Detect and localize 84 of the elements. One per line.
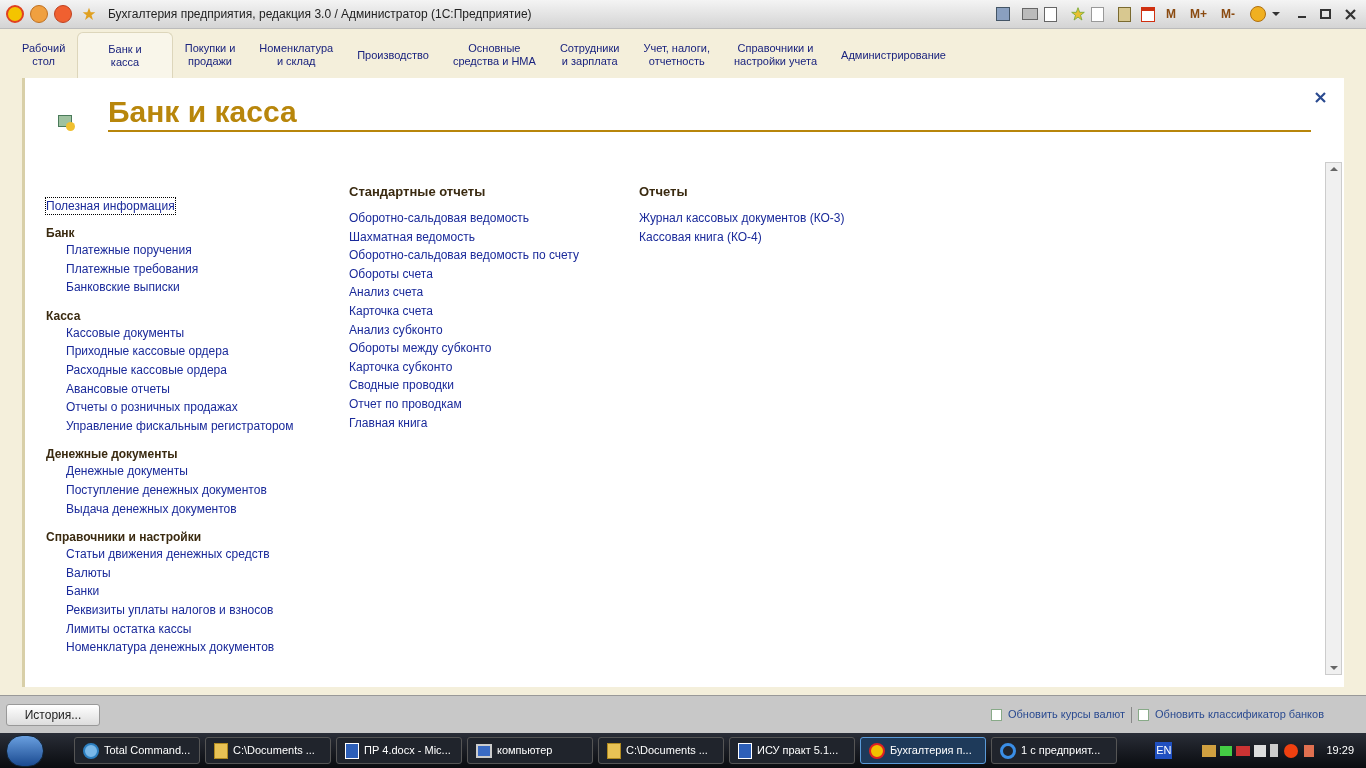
- useful-info-link[interactable]: Полезная информация: [46, 198, 175, 214]
- page-title: Банк и касса: [108, 94, 298, 130]
- taskbar-button[interactable]: Бухгалтерия п...: [860, 737, 986, 764]
- column-heading: Отчеты: [639, 184, 689, 200]
- taskbar-button[interactable]: ИСУ практ 5.1...: [729, 737, 855, 764]
- alert-icon[interactable]: [1284, 743, 1299, 758]
- history-button[interactable]: История...: [6, 703, 100, 726]
- section-tab[interactable]: Банк и касса: [77, 32, 173, 78]
- logo-icon: [869, 742, 885, 759]
- memory-button[interactable]: M-: [1218, 5, 1238, 23]
- scrollbar[interactable]: [1325, 162, 1342, 675]
- group-heading: Справочники и настройки: [46, 530, 203, 546]
- document-icon: [345, 742, 359, 759]
- nav-link[interactable]: Денежные документы: [66, 462, 188, 481]
- scroll-up-icon[interactable]: [1329, 167, 1338, 171]
- status-link[interactable]: Обновить классификатор банков: [1155, 706, 1324, 723]
- computer-icon: [476, 743, 492, 758]
- section-tab[interactable]: Учет, налоги, отчетность: [631, 32, 722, 78]
- nav-link[interactable]: Валюты: [66, 563, 111, 583]
- group-heading: Касса: [46, 308, 82, 324]
- close-icon[interactable]: [1345, 8, 1356, 20]
- nav-link[interactable]: Банковские выписки: [66, 278, 180, 297]
- nav-link[interactable]: Банки: [66, 582, 100, 601]
- memory-button[interactable]: M: [1163, 5, 1179, 23]
- star-icon[interactable]: [1071, 7, 1085, 21]
- section-tab[interactable]: Номенклатура и склад: [247, 32, 346, 78]
- report-link[interactable]: Оборотно-сальдовая ведомость по счету: [349, 246, 579, 265]
- report-link[interactable]: Анализ субконто: [349, 320, 443, 340]
- taskbar-button[interactable]: ПР 4.docx - Mic...: [336, 737, 462, 764]
- taskbar-button[interactable]: C:\Documents ...: [598, 737, 724, 764]
- section-tab[interactable]: Рабочий стол: [10, 32, 78, 78]
- section-tab[interactable]: Справочники и настройки учета: [721, 32, 830, 78]
- report-link[interactable]: Главная книга: [349, 413, 428, 433]
- nav-link[interactable]: Лимиты остатка кассы: [66, 619, 192, 639]
- language-indicator[interactable]: EN: [1155, 742, 1173, 759]
- nav-link[interactable]: Авансовые отчеты: [66, 379, 170, 399]
- report-link[interactable]: Карточка счета: [349, 301, 434, 321]
- caret-icon[interactable]: [1272, 12, 1280, 16]
- nav-link[interactable]: Статьи движения денежных средств: [66, 545, 270, 564]
- taskbar-button[interactable]: C:\Documents ...: [205, 737, 331, 764]
- report-link[interactable]: Отчет по проводкам: [349, 394, 462, 414]
- memory-button[interactable]: M+: [1187, 5, 1210, 23]
- scroll-down-icon[interactable]: [1329, 666, 1338, 670]
- report-link[interactable]: Сводные проводки: [349, 376, 455, 395]
- report-link[interactable]: Шахматная ведомость: [349, 227, 475, 247]
- nav-link[interactable]: Управление фискальным регистратором: [66, 416, 294, 436]
- restore-icon[interactable]: [1320, 9, 1331, 19]
- close-icon[interactable]: [1315, 92, 1326, 103]
- nav-link[interactable]: Выдача денежных документов: [66, 499, 237, 519]
- status-link[interactable]: Обновить курсы валют: [1008, 706, 1126, 723]
- nav-link[interactable]: Расходные кассовые ордера: [66, 360, 227, 380]
- report-link[interactable]: Карточка субконто: [349, 357, 453, 377]
- nav-link[interactable]: Приходные кассовые ордера: [66, 342, 229, 361]
- group-heading: Денежные документы: [46, 447, 179, 463]
- report-link[interactable]: Кассовая книга (КО-4): [639, 227, 762, 247]
- section-tab[interactable]: Производство: [345, 32, 441, 78]
- document-icon: [738, 742, 752, 759]
- section-tab[interactable]: Покупки и продажи: [172, 32, 248, 78]
- section-tab[interactable]: Администрирование: [829, 32, 958, 78]
- report-link[interactable]: Анализ счета: [349, 283, 424, 302]
- star-icon[interactable]: [82, 7, 96, 21]
- section-tab[interactable]: Основные средства и НМА: [440, 32, 548, 78]
- taskbar-button[interactable]: 1 с предприят...: [991, 737, 1117, 764]
- taskbar-button[interactable]: Total Command...: [74, 737, 200, 764]
- report-link[interactable]: Обороты счета: [349, 264, 433, 284]
- nav-link[interactable]: Реквизиты уплаты налогов и взносов: [66, 600, 274, 620]
- clock: 19:29: [1326, 743, 1354, 759]
- nav-link[interactable]: Номенклатура денежных документов: [66, 638, 275, 657]
- nav-link[interactable]: Кассовые документы: [66, 323, 185, 343]
- report-link[interactable]: Обороты между субконто: [349, 339, 492, 358]
- taskbar-button[interactable]: компьютер: [467, 737, 593, 764]
- column-heading: Стандартные отчеты: [349, 184, 487, 200]
- report-link[interactable]: Оборотно-сальдовая ведомость: [349, 209, 530, 228]
- section-tab[interactable]: Сотрудники и зарплата: [547, 32, 632, 78]
- start-button[interactable]: [6, 734, 44, 767]
- report-link[interactable]: Журнал кассовых документов (КО-3): [639, 209, 845, 228]
- calendar-icon[interactable]: [1141, 6, 1155, 22]
- nav-link[interactable]: Платежные требования: [66, 259, 199, 279]
- logo-icon[interactable]: [6, 5, 24, 23]
- nav-link[interactable]: Платежные поручения: [66, 241, 192, 260]
- nav-link[interactable]: Отчеты о розничных продажах: [66, 398, 238, 417]
- nav-link[interactable]: Поступление денежных документов: [66, 480, 267, 500]
- group-heading: Банк: [46, 226, 76, 241]
- window-title: Бухгалтерия предприятия, редакция 3.0 / Администратор (1С:Предприятие): [108, 6, 532, 23]
